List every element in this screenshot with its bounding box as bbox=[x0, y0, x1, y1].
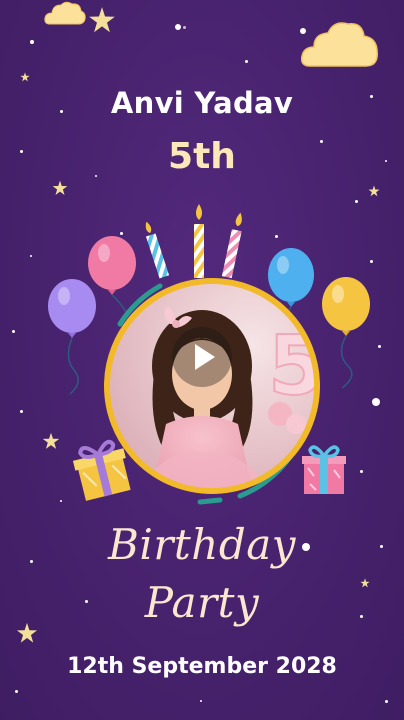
cloud-icon bbox=[300, 22, 379, 67]
star-icon bbox=[52, 180, 68, 195]
title-birthday: Birthday bbox=[108, 520, 296, 569]
play-icon bbox=[195, 344, 215, 370]
celebrant-name: Anvi Yadav bbox=[110, 86, 294, 120]
star-icon bbox=[89, 7, 115, 33]
title-party: Party bbox=[144, 578, 260, 627]
cloud-icon bbox=[44, 1, 86, 25]
event-date: 12th September 2028 bbox=[67, 654, 337, 679]
birthday-age: 5th bbox=[168, 136, 236, 177]
child-photo-frame: 5 bbox=[104, 278, 320, 494]
play-button[interactable] bbox=[172, 327, 232, 387]
star-icon bbox=[368, 185, 380, 197]
invitation-card: Anvi Yadav 5th Birthday Party 12th Septe… bbox=[0, 0, 404, 720]
yellow-gift-icon bbox=[72, 439, 131, 501]
child-photo: 5 bbox=[110, 284, 314, 488]
pink-gift-icon bbox=[302, 445, 346, 494]
star-icon bbox=[20, 72, 30, 82]
star-icon bbox=[42, 432, 60, 449]
